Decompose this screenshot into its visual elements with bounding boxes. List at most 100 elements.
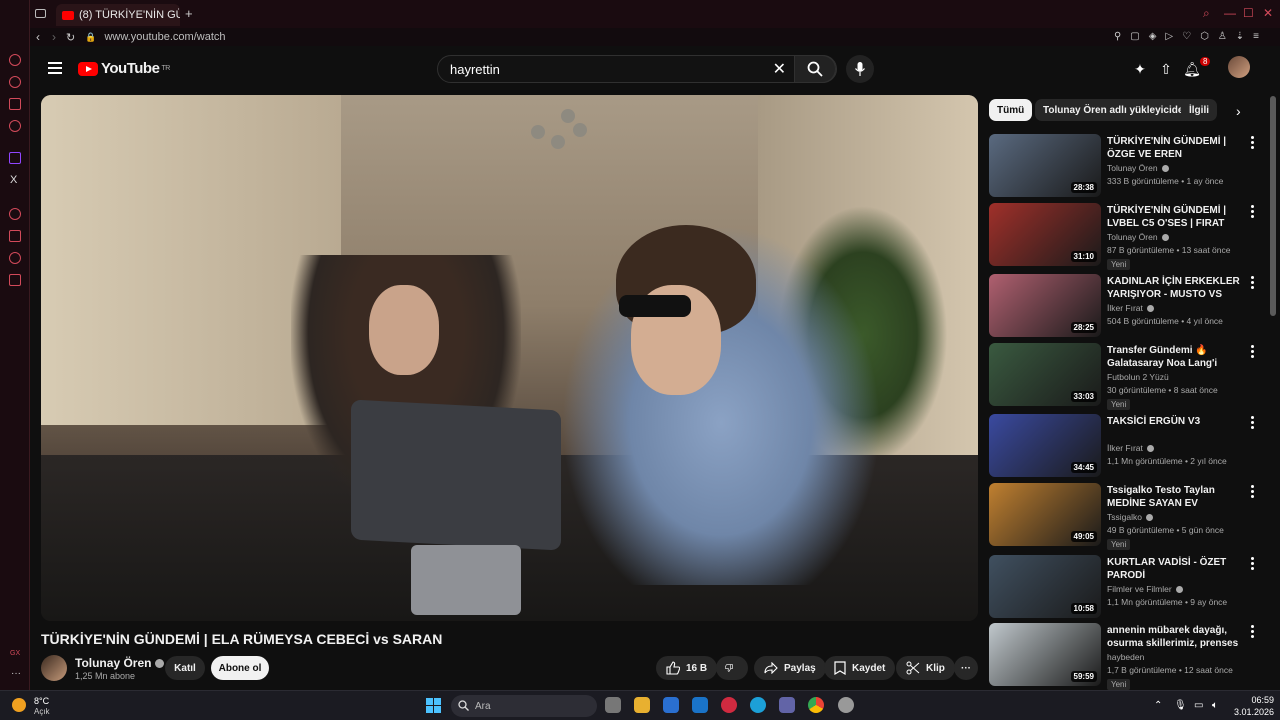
clear-search-icon[interactable]: ✕ — [773, 59, 786, 79]
video-thumbnail[interactable]: 59:59 — [989, 623, 1101, 686]
sidebar-bookmarks-icon[interactable] — [9, 230, 21, 242]
channel-name[interactable]: Tolunay Ören — [75, 656, 165, 670]
video-thumbnail[interactable]: 49:05 — [989, 483, 1101, 546]
video-thumbnail[interactable]: 31:10 — [989, 203, 1101, 266]
display-tray-icon[interactable]: ▭ — [1194, 700, 1203, 711]
outlook-icon[interactable] — [692, 697, 708, 713]
chip-all[interactable]: Tümü — [989, 99, 1033, 121]
recommendation-menu-icon[interactable] — [1251, 557, 1255, 572]
chips-next-icon[interactable]: › — [1236, 103, 1241, 119]
calendar-app-icon[interactable] — [663, 697, 679, 713]
sidebar-crypto-icon[interactable] — [9, 76, 21, 88]
recommendation-item[interactable]: 59:59 annenin mübarek dayağı, osurma skil… — [989, 623, 1259, 690]
save-button[interactable]: Kaydet — [824, 656, 896, 680]
chip-related[interactable]: İlgili — [1181, 99, 1217, 121]
recommendation-title[interactable]: KURTLAR VADİSİ - ÖZET PARODİ — [1107, 556, 1243, 582]
url-field[interactable]: www.youtube.com/watch — [104, 31, 225, 43]
recommendation-menu-icon[interactable] — [1251, 136, 1255, 151]
app-icon[interactable] — [838, 697, 854, 713]
sidebar-player-icon[interactable] — [9, 208, 21, 220]
account-avatar[interactable] — [1228, 56, 1250, 78]
recommendation-title[interactable]: TAKSİCİ ERGÜN V3 — [1107, 415, 1243, 428]
create-icon[interactable]: ✦ — [1130, 59, 1150, 79]
sidebar-messenger-icon[interactable] — [9, 98, 21, 110]
channel-avatar[interactable] — [41, 655, 67, 681]
recommendation-item[interactable]: 28:25 KADINLAR İÇİN ERKEKLER YARIŞIYOR - … — [989, 274, 1259, 338]
sidebar-more-icon[interactable]: ··· — [11, 668, 21, 679]
close-window-icon[interactable]: ✕ — [1263, 6, 1273, 20]
menu-icon[interactable] — [48, 62, 62, 74]
recommendation-menu-icon[interactable] — [1251, 205, 1255, 220]
extension-icons[interactable]: ⚲▢◈▷♡⬡♙⇣≡ — [1114, 31, 1268, 42]
recommendation-item[interactable]: 49:05 Tssigalko Testo Taylan MEDİNE SAYAN… — [989, 483, 1259, 550]
microphone-tray-icon[interactable]: 🎙︎ — [1174, 700, 1187, 711]
recommendation-menu-icon[interactable] — [1251, 345, 1255, 360]
back-icon[interactable]: ‹ — [36, 30, 40, 44]
recommendation-channel[interactable]: Tssigalko — [1107, 512, 1153, 522]
dislike-button[interactable] — [716, 656, 748, 680]
recommendation-title[interactable]: TÜRKİYE'NİN GÜNDEMİ | LVBEL C5 O'SES | F… — [1107, 204, 1243, 230]
system-clock[interactable]: 06:59 3.01.2026 — [1228, 694, 1274, 718]
recommendation-title[interactable]: Tssigalko Testo Taylan MEDİNE SAYAN EV Z… — [1107, 484, 1243, 510]
recommendation-channel[interactable]: Tolunay Ören — [1107, 232, 1169, 242]
teams-icon[interactable] — [779, 697, 795, 713]
recommendation-title[interactable]: annenin mübarek dayağı, osurma skillerim… — [1107, 624, 1243, 650]
video-thumbnail[interactable]: 28:38 — [989, 134, 1101, 197]
browser-tab-youtube[interactable]: (8) TÜRKİYE'NİN GÜNDEM — [56, 4, 180, 26]
start-button-icon[interactable] — [426, 698, 441, 713]
taskbar-search[interactable]: Ara — [451, 695, 597, 717]
minimize-icon[interactable]: — — [1224, 6, 1236, 20]
sidebar-history-icon[interactable] — [9, 252, 21, 264]
tray-overflow-icon[interactable]: ⌃ — [1154, 700, 1162, 711]
recommendation-item[interactable]: 33:03 Transfer Gündemi 🔥 Galatasaray Noa … — [989, 343, 1259, 410]
clip-button[interactable]: Klip — [896, 656, 955, 680]
youtube-logo[interactable]: YouTube TR — [78, 60, 170, 77]
recommendation-menu-icon[interactable] — [1251, 416, 1255, 431]
recommendation-title[interactable]: Transfer Gündemi 🔥 Galatasaray Noa Lang'… — [1107, 344, 1243, 370]
scrollbar[interactable] — [1270, 96, 1276, 316]
recommendation-menu-icon[interactable] — [1251, 485, 1255, 500]
reload-icon[interactable]: ↻ — [66, 31, 75, 44]
recommendation-channel[interactable]: Tolunay Ören — [1107, 163, 1169, 173]
recommendation-item[interactable]: 31:10 TÜRKİYE'NİN GÜNDEMİ | LVBEL C5 O'SE… — [989, 203, 1259, 270]
file-explorer-icon[interactable] — [634, 697, 650, 713]
share-button[interactable]: Paylaş — [754, 656, 826, 680]
sidebar-x-icon[interactable]: X — [10, 174, 17, 186]
subscribe-button[interactable]: Abone ol — [211, 656, 269, 680]
opera-gx-taskbar-icon[interactable] — [721, 697, 737, 713]
search-box[interactable]: hayrettin ✕ — [437, 55, 837, 83]
join-button[interactable]: Katıl — [165, 656, 205, 680]
recommendation-item[interactable]: 28:38 TÜRKİYE'NİN GÜNDEMİ | ÖZGE VE EREN T… — [989, 134, 1259, 198]
forward-icon[interactable]: › — [52, 30, 56, 44]
maximize-icon[interactable]: ☐ — [1243, 6, 1254, 20]
video-thumbnail[interactable]: 33:03 — [989, 343, 1101, 406]
video-thumbnail[interactable]: 28:25 — [989, 274, 1101, 337]
recommendation-channel[interactable]: Filmler ve Filmler — [1107, 584, 1183, 594]
recommendation-channel[interactable]: Futbolun 2 Yüzü — [1107, 372, 1169, 382]
task-view-icon[interactable] — [605, 697, 621, 713]
recommendation-menu-icon[interactable] — [1251, 276, 1255, 291]
sidebar-gx-label-icon[interactable]: GX — [10, 650, 20, 657]
recommendation-item[interactable]: 10:58 KURTLAR VADİSİ - ÖZET PARODİ Filmler… — [989, 555, 1259, 619]
recommendation-title[interactable]: KADINLAR İÇİN ERKEKLER YARIŞIYOR - MUSTO… — [1107, 275, 1243, 301]
video-player[interactable] — [41, 95, 978, 621]
recommendation-menu-icon[interactable] — [1251, 625, 1255, 640]
sidebar-gx-icon[interactable] — [9, 120, 21, 132]
new-tab-icon[interactable]: + — [185, 6, 193, 21]
sidebar-settings-icon[interactable] — [9, 274, 21, 286]
video-thumbnail[interactable]: 34:45 — [989, 414, 1101, 477]
video-thumbnail[interactable]: 10:58 — [989, 555, 1101, 618]
recommendation-channel[interactable]: İlker Fırat — [1107, 443, 1154, 453]
search-button[interactable] — [794, 55, 836, 83]
sidebar-twitch-icon[interactable] — [9, 152, 21, 164]
upload-icon[interactable]: ⇧ — [1156, 59, 1176, 79]
notifications-bell-icon[interactable]: 🔔︎ — [1182, 59, 1202, 79]
more-actions-button[interactable]: ··· — [954, 656, 978, 680]
search-input[interactable]: hayrettin — [450, 62, 500, 77]
sidebar-aria-icon[interactable] — [9, 54, 21, 66]
volume-tray-icon[interactable]: 🔈︎ — [1212, 700, 1218, 711]
like-button[interactable]: 16 B — [656, 656, 718, 680]
chip-from-uploader[interactable]: Tolunay Ören adlı yükleyiciden — [1035, 99, 1198, 121]
recommendation-title[interactable]: TÜRKİYE'NİN GÜNDEMİ | ÖZGE VE EREN — [1107, 135, 1243, 161]
tab-overview-icon[interactable] — [35, 9, 46, 18]
